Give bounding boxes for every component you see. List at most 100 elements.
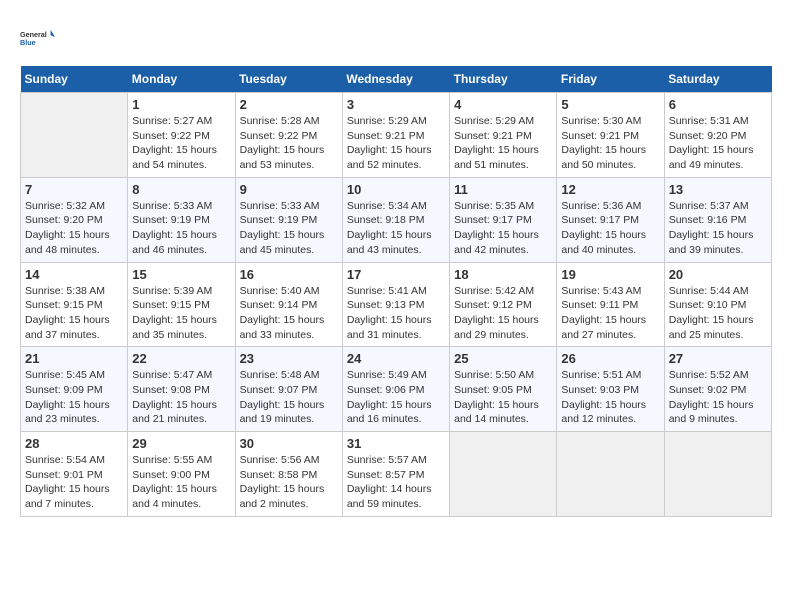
calendar-cell: 13 Sunrise: 5:37 AMSunset: 9:16 PMDayligh…	[664, 177, 771, 262]
day-number: 15	[132, 267, 230, 282]
day-info: Sunrise: 5:39 AMSunset: 9:15 PMDaylight:…	[132, 284, 230, 343]
column-header-monday: Monday	[128, 66, 235, 93]
day-info: Sunrise: 5:30 AMSunset: 9:21 PMDaylight:…	[561, 114, 659, 173]
calendar-cell: 27 Sunrise: 5:52 AMSunset: 9:02 PMDayligh…	[664, 347, 771, 432]
day-info: Sunrise: 5:33 AMSunset: 9:19 PMDaylight:…	[240, 199, 338, 258]
day-number: 14	[25, 267, 123, 282]
day-number: 4	[454, 97, 552, 112]
calendar-week-4: 21 Sunrise: 5:45 AMSunset: 9:09 PMDayligh…	[21, 347, 772, 432]
calendar-cell: 9 Sunrise: 5:33 AMSunset: 9:19 PMDaylight…	[235, 177, 342, 262]
day-info: Sunrise: 5:54 AMSunset: 9:01 PMDaylight:…	[25, 453, 123, 512]
calendar-cell: 10 Sunrise: 5:34 AMSunset: 9:18 PMDayligh…	[342, 177, 449, 262]
day-info: Sunrise: 5:51 AMSunset: 9:03 PMDaylight:…	[561, 368, 659, 427]
svg-text:Blue: Blue	[20, 38, 36, 47]
day-info: Sunrise: 5:57 AMSunset: 8:57 PMDaylight:…	[347, 453, 445, 512]
calendar-cell: 18 Sunrise: 5:42 AMSunset: 9:12 PMDayligh…	[450, 262, 557, 347]
day-info: Sunrise: 5:56 AMSunset: 8:58 PMDaylight:…	[240, 453, 338, 512]
calendar-cell: 4 Sunrise: 5:29 AMSunset: 9:21 PMDaylight…	[450, 93, 557, 178]
calendar-cell	[664, 432, 771, 517]
day-info: Sunrise: 5:36 AMSunset: 9:17 PMDaylight:…	[561, 199, 659, 258]
day-info: Sunrise: 5:52 AMSunset: 9:02 PMDaylight:…	[669, 368, 767, 427]
calendar-cell: 23Sunrise: 5:48 AMSunset: 9:07 PMDayligh…	[235, 347, 342, 432]
page-header: GeneralBlue	[20, 20, 772, 56]
day-info: Sunrise: 5:32 AMSunset: 9:20 PMDaylight:…	[25, 199, 123, 258]
day-number: 18	[454, 267, 552, 282]
day-info: Sunrise: 5:27 AMSunset: 9:22 PMDaylight:…	[132, 114, 230, 173]
calendar-cell: 21 Sunrise: 5:45 AMSunset: 9:09 PMDayligh…	[21, 347, 128, 432]
day-number: 10	[347, 182, 445, 197]
logo: GeneralBlue	[20, 20, 56, 56]
day-info: Sunrise: 5:29 AMSunset: 9:21 PMDaylight:…	[454, 114, 552, 173]
day-number: 19	[561, 267, 659, 282]
calendar-cell	[450, 432, 557, 517]
day-number: 22	[132, 351, 230, 366]
logo-icon: GeneralBlue	[20, 20, 56, 56]
calendar-cell: 16Sunrise: 5:40 AMSunset: 9:14 PMDayligh…	[235, 262, 342, 347]
calendar-cell: 25 Sunrise: 5:50 AMSunset: 9:05 PMDayligh…	[450, 347, 557, 432]
day-info: Sunrise: 5:44 AMSunset: 9:10 PMDaylight:…	[669, 284, 767, 343]
day-number: 6	[669, 97, 767, 112]
calendar-cell: 30 Sunrise: 5:56 AMSunset: 8:58 PMDayligh…	[235, 432, 342, 517]
day-info: Sunrise: 5:55 AMSunset: 9:00 PMDaylight:…	[132, 453, 230, 512]
calendar-cell	[21, 93, 128, 178]
day-info: Sunrise: 5:42 AMSunset: 9:12 PMDaylight:…	[454, 284, 552, 343]
day-number: 26	[561, 351, 659, 366]
day-info: Sunrise: 5:50 AMSunset: 9:05 PMDaylight:…	[454, 368, 552, 427]
calendar-cell: 22Sunrise: 5:47 AMSunset: 9:08 PMDayligh…	[128, 347, 235, 432]
calendar-cell: 24 Sunrise: 5:49 AMSunset: 9:06 PMDayligh…	[342, 347, 449, 432]
day-info: Sunrise: 5:29 AMSunset: 9:21 PMDaylight:…	[347, 114, 445, 173]
calendar-cell	[557, 432, 664, 517]
day-number: 23	[240, 351, 338, 366]
day-number: 9	[240, 182, 338, 197]
day-info: Sunrise: 5:37 AMSunset: 9:16 PMDaylight:…	[669, 199, 767, 258]
calendar-cell: 7Sunrise: 5:32 AMSunset: 9:20 PMDaylight…	[21, 177, 128, 262]
calendar-header-row: SundayMondayTuesdayWednesdayThursdayFrid…	[21, 66, 772, 93]
calendar-cell: 31 Sunrise: 5:57 AMSunset: 8:57 PMDayligh…	[342, 432, 449, 517]
day-number: 11	[454, 182, 552, 197]
column-header-sunday: Sunday	[21, 66, 128, 93]
calendar-cell: 12 Sunrise: 5:36 AMSunset: 9:17 PMDayligh…	[557, 177, 664, 262]
day-number: 16	[240, 267, 338, 282]
calendar-cell: 15 Sunrise: 5:39 AMSunset: 9:15 PMDayligh…	[128, 262, 235, 347]
day-number: 13	[669, 182, 767, 197]
calendar-cell: 14 Sunrise: 5:38 AMSunset: 9:15 PMDayligh…	[21, 262, 128, 347]
day-number: 17	[347, 267, 445, 282]
day-number: 31	[347, 436, 445, 451]
calendar-cell: 26 Sunrise: 5:51 AMSunset: 9:03 PMDayligh…	[557, 347, 664, 432]
column-header-tuesday: Tuesday	[235, 66, 342, 93]
calendar-cell: 8 Sunrise: 5:33 AMSunset: 9:19 PMDaylight…	[128, 177, 235, 262]
day-info: Sunrise: 5:45 AMSunset: 9:09 PMDaylight:…	[25, 368, 123, 427]
calendar-cell: 11 Sunrise: 5:35 AMSunset: 9:17 PMDayligh…	[450, 177, 557, 262]
column-header-saturday: Saturday	[664, 66, 771, 93]
day-info: Sunrise: 5:41 AMSunset: 9:13 PMDaylight:…	[347, 284, 445, 343]
calendar-cell: 19 Sunrise: 5:43 AMSunset: 9:11 PMDayligh…	[557, 262, 664, 347]
day-info: Sunrise: 5:31 AMSunset: 9:20 PMDaylight:…	[669, 114, 767, 173]
day-number: 28	[25, 436, 123, 451]
day-number: 20	[669, 267, 767, 282]
day-number: 30	[240, 436, 338, 451]
calendar-cell: 2Sunrise: 5:28 AMSunset: 9:22 PMDaylight…	[235, 93, 342, 178]
calendar-cell: 20 Sunrise: 5:44 AMSunset: 9:10 PMDayligh…	[664, 262, 771, 347]
calendar-cell: 17 Sunrise: 5:41 AMSunset: 9:13 PMDayligh…	[342, 262, 449, 347]
day-number: 29	[132, 436, 230, 451]
day-number: 1	[132, 97, 230, 112]
day-info: Sunrise: 5:35 AMSunset: 9:17 PMDaylight:…	[454, 199, 552, 258]
day-info: Sunrise: 5:49 AMSunset: 9:06 PMDaylight:…	[347, 368, 445, 427]
day-number: 27	[669, 351, 767, 366]
calendar-cell: 28 Sunrise: 5:54 AMSunset: 9:01 PMDayligh…	[21, 432, 128, 517]
day-number: 25	[454, 351, 552, 366]
day-number: 12	[561, 182, 659, 197]
day-number: 8	[132, 182, 230, 197]
day-number: 24	[347, 351, 445, 366]
column-header-friday: Friday	[557, 66, 664, 93]
day-number: 2	[240, 97, 338, 112]
day-info: Sunrise: 5:43 AMSunset: 9:11 PMDaylight:…	[561, 284, 659, 343]
calendar-week-1: 1 Sunrise: 5:27 AMSunset: 9:22 PMDaylight…	[21, 93, 772, 178]
calendar-cell: 5Sunrise: 5:30 AMSunset: 9:21 PMDaylight…	[557, 93, 664, 178]
day-number: 21	[25, 351, 123, 366]
day-number: 3	[347, 97, 445, 112]
day-info: Sunrise: 5:33 AMSunset: 9:19 PMDaylight:…	[132, 199, 230, 258]
column-header-thursday: Thursday	[450, 66, 557, 93]
day-info: Sunrise: 5:38 AMSunset: 9:15 PMDaylight:…	[25, 284, 123, 343]
day-info: Sunrise: 5:34 AMSunset: 9:18 PMDaylight:…	[347, 199, 445, 258]
